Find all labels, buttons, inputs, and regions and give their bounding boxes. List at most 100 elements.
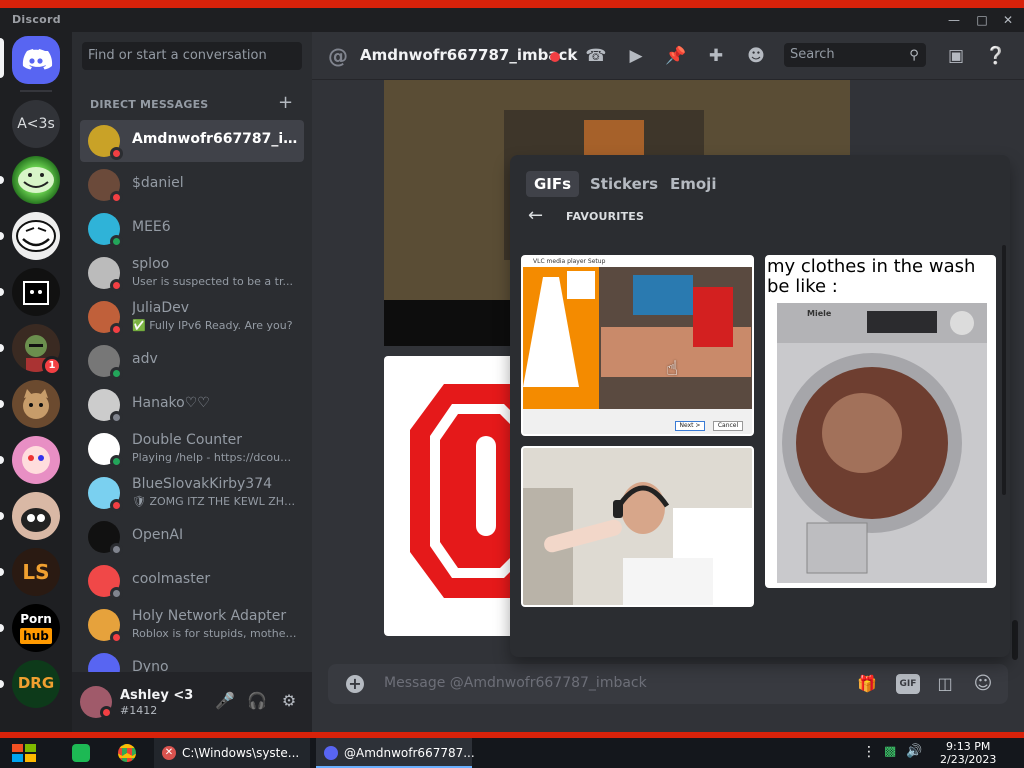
- message-input[interactable]: Message @Amdnwofr667787_imback: [384, 675, 647, 691]
- dm-item[interactable]: Hanako♡♡: [80, 384, 304, 426]
- taskbar: ✕ C:\Windows\syste... @Amdnwofr667787...…: [0, 738, 1024, 768]
- network-icon[interactable]: ▩: [884, 744, 896, 759]
- microphone-icon[interactable]: 🎤: [214, 690, 236, 712]
- sticker-icon[interactable]: ◫: [934, 673, 956, 695]
- user-name: Ashley <3: [120, 688, 194, 703]
- dm-item[interactable]: adv: [80, 340, 304, 382]
- pin-icon[interactable]: 📌: [664, 44, 688, 68]
- dm-item[interactable]: Double Counter Playing /help - https://dc…: [80, 428, 304, 470]
- server-troll-2[interactable]: [12, 212, 60, 260]
- dm-item[interactable]: MEE6: [80, 208, 304, 250]
- close-icon[interactable]: ✕: [1000, 12, 1016, 28]
- windows-start-icon[interactable]: [8, 738, 42, 768]
- dm-item[interactable]: Amdnwofr667787_im...: [80, 120, 304, 162]
- volume-icon[interactable]: 🔊: [906, 744, 922, 759]
- favourites-title: FAVOURITES: [566, 210, 645, 223]
- status-dnd-icon: [110, 499, 123, 512]
- video-call-icon[interactable]: ▶: [624, 44, 648, 68]
- server-ph[interactable]: Porn hub: [12, 604, 60, 652]
- tab-gifs[interactable]: GIFs: [526, 171, 580, 197]
- dm-item[interactable]: sploo User is suspected to be a tr...: [80, 252, 304, 294]
- gif-headset-guy[interactable]: [521, 446, 754, 607]
- unread-pill: [0, 568, 4, 576]
- gif-caption: my clothes in the wash be like :: [767, 256, 976, 297]
- gif-picker: GIFs Stickers Emoji ← FAVOURITES VLC med…: [510, 155, 1010, 657]
- gift-icon[interactable]: 🎁: [856, 673, 878, 695]
- dm-name: OpenAI: [132, 527, 184, 543]
- minimize-icon[interactable]: —: [946, 12, 962, 28]
- taskbar-item-cmd[interactable]: ✕ C:\Windows\syste...: [154, 738, 310, 768]
- gif-washing-machine[interactable]: my clothes in the wash be like : Miele: [765, 255, 996, 588]
- dm-name: MEE6: [132, 219, 171, 235]
- selected-indicator: [0, 38, 4, 78]
- dm-item[interactable]: JuliaDev ✅ Fully IPv6 Ready. Are you?: [80, 296, 304, 338]
- help-icon[interactable]: ❔: [984, 44, 1008, 68]
- server-a3s[interactable]: A<3s: [12, 100, 60, 148]
- spotify-icon[interactable]: [72, 744, 90, 762]
- server-drg[interactable]: DRG: [12, 660, 60, 708]
- dm-activity: Playing /help - https://dcount...: [132, 451, 298, 464]
- tab-emoji[interactable]: Emoji: [662, 171, 724, 197]
- server-pink[interactable]: [12, 436, 60, 484]
- taskbar-item-label: C:\Windows\syste...: [182, 746, 300, 760]
- server-cat[interactable]: [12, 380, 60, 428]
- server-trollface[interactable]: [12, 156, 60, 204]
- dm-name: Hanako♡♡: [132, 395, 210, 411]
- unread-pill: [0, 624, 4, 632]
- unread-pill: [0, 344, 4, 352]
- maximize-icon[interactable]: □: [974, 12, 990, 28]
- chrome-icon[interactable]: [118, 744, 136, 762]
- add-friend-icon[interactable]: ✚: [704, 44, 728, 68]
- voice-call-icon[interactable]: ☎: [584, 44, 608, 68]
- settings-icon[interactable]: ⚙: [278, 690, 300, 712]
- headset-guy-image: [523, 448, 752, 605]
- back-arrow-icon[interactable]: ←: [528, 205, 543, 226]
- attach-plus-icon[interactable]: +: [346, 675, 364, 693]
- server-label: A<3s: [17, 116, 55, 132]
- status-offline-icon: [110, 411, 123, 424]
- dm-item[interactable]: Holy Network Adapter Roblox is for stupid…: [80, 604, 304, 646]
- channel-header: @ Amdnwofr667787_imback ☎ ▶ 📌 ✚ ☻ Search…: [312, 32, 1024, 80]
- headphones-icon[interactable]: 🎧: [246, 690, 268, 712]
- server-dark[interactable]: [12, 268, 60, 316]
- trollface-icon: [16, 220, 56, 252]
- server-label-bottom: hub: [20, 628, 52, 644]
- washing-machine-image: [777, 303, 987, 583]
- chat-scrollbar[interactable]: [1012, 620, 1018, 660]
- cat-icon: [23, 389, 49, 419]
- server-separator: [20, 90, 52, 92]
- user-profile-icon[interactable]: ☻: [744, 44, 768, 68]
- app-name: Discord: [12, 13, 61, 26]
- at-icon: @: [328, 44, 348, 68]
- dm-item[interactable]: OpenAI: [80, 516, 304, 558]
- message-image-stop-sign[interactable]: [384, 356, 524, 636]
- emoji-icon[interactable]: ☺: [972, 673, 994, 695]
- gif-caption: VLC media player Setup: [523, 257, 752, 267]
- server-label-top: Porn: [20, 612, 52, 626]
- gif-vlc-setup[interactable]: VLC media player Setup Next > Cancel: [521, 255, 754, 436]
- status-dnd: [100, 706, 113, 719]
- inbox-icon[interactable]: ▣: [944, 44, 968, 68]
- overflow-dots-icon[interactable]: ⋮: [862, 744, 876, 760]
- dm-name: Double Counter: [132, 432, 243, 448]
- dm-name: sploo: [132, 256, 170, 272]
- taskbar-clock[interactable]: 9:13 PM 2/23/2023: [940, 740, 996, 766]
- status-dnd-icon: [110, 323, 123, 336]
- server-face[interactable]: [12, 492, 60, 540]
- dm-item[interactable]: $daniel: [80, 164, 304, 206]
- picker-scrollbar[interactable]: [1002, 245, 1006, 495]
- find-conversation-input[interactable]: Find or start a conversation: [82, 42, 302, 70]
- status-offline-icon: [110, 587, 123, 600]
- status-dnd-icon: [110, 279, 123, 292]
- channel-name: Amdnwofr667787_imback: [360, 46, 578, 64]
- server-ls[interactable]: LS: [12, 548, 60, 596]
- create-dm-icon[interactable]: +: [278, 92, 293, 113]
- home-button[interactable]: [12, 36, 60, 84]
- gif-button[interactable]: GIF: [896, 674, 920, 694]
- dm-activity: 🛡 ZOMG ITZ THE KEWL ZHIE...: [132, 495, 298, 508]
- dm-item[interactable]: coolmaster: [80, 560, 304, 602]
- taskbar-item-discord[interactable]: @Amdnwofr667787...: [316, 738, 475, 768]
- tab-stickers[interactable]: Stickers: [582, 171, 666, 197]
- dm-item[interactable]: BlueSlovakKirby374 🛡 ZOMG ITZ THE KEWL ZH…: [80, 472, 304, 514]
- installer-next-button: Next >: [675, 421, 705, 431]
